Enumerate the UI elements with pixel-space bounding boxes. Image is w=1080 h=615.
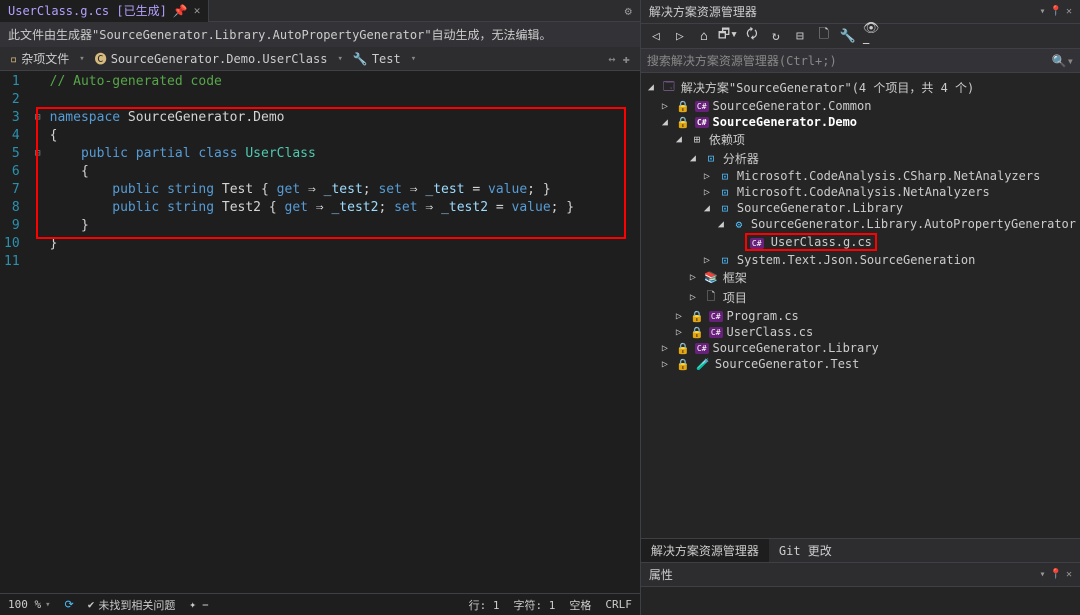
analyzer-sg-library[interactable]: ◢⊡SourceGenerator.Library (641, 200, 1080, 216)
close-icon[interactable]: ✕ (194, 4, 201, 17)
analyzers-node[interactable]: ◢⊡分析器 (641, 149, 1080, 168)
chevron-down-icon[interactable]: ▾ (79, 54, 84, 64)
sync-icon[interactable]: ⟳ (65, 598, 74, 611)
sync-icon[interactable]: 🗘 (743, 27, 761, 45)
status-bar: 100 % ▾ ⟳ ✔ 未找到相关问题 ✦ ⎯ 行: 1 字符: 1 空格 CR… (0, 593, 640, 615)
collapse-icon[interactable]: ⊟ (791, 27, 809, 45)
pin-icon[interactable]: 📍 (1050, 6, 1062, 17)
panel-title: 解决方案资源管理器 (649, 3, 757, 20)
frameworks-node[interactable]: ▷📚框架 (641, 268, 1080, 287)
solution-toolbar: ◁ ▷ ⌂ 🗗▾ 🗘 ↻ ⊟ 🗋 🔧 👁⎯ (641, 24, 1080, 49)
refresh-icon[interactable]: ↻ (767, 27, 785, 45)
breadcrumb-class[interactable]: 🅒 SourceGenerator.Demo.UserClass (89, 50, 334, 67)
code-editor[interactable]: 123 456 789 1011 ⊟⊟ // Auto-generated co… (0, 71, 640, 593)
project-common[interactable]: ▷🔒C#SourceGenerator.Common (641, 98, 1080, 114)
split-editor-icon[interactable]: ↔ ✚ (608, 52, 636, 66)
breadcrumb-project[interactable]: ▫ 杂项文件 (4, 50, 75, 67)
properties-icon[interactable]: 🔧 (839, 27, 857, 45)
project-test[interactable]: ▷🔒🧪SourceGenerator.Test (641, 356, 1080, 372)
pin-icon[interactable]: 📌 (173, 4, 188, 18)
indent-indicator[interactable]: 空格 (569, 597, 591, 613)
file-tab[interactable]: UserClass.g.cs [已生成] 📌 ✕ (0, 0, 209, 22)
tab-solution-explorer[interactable]: 解决方案资源管理器 (641, 539, 769, 562)
pin-icon[interactable]: 📍 (1050, 569, 1062, 580)
projects-node[interactable]: ▷🗋项目 (641, 287, 1080, 308)
generator-node[interactable]: ◢⚙SourceGenerator.Library.AutoPropertyGe… (641, 216, 1080, 232)
line-numbers: 123 456 789 1011 (0, 71, 30, 593)
eol-indicator[interactable]: CRLF (605, 598, 632, 611)
gear-icon[interactable]: ⚙ (625, 4, 640, 18)
preview-icon[interactable]: 👁⎯ (863, 27, 881, 45)
generated-file-userclass[interactable]: C# UserClass.g.cs (641, 232, 1080, 252)
search-input[interactable]: 搜索解决方案资源管理器(Ctrl+;) 🔍▾ (641, 49, 1080, 73)
properties-body (641, 587, 1080, 615)
panel-title: 属性 (649, 566, 673, 583)
home-icon[interactable]: ⌂ (695, 27, 713, 45)
forward-icon[interactable]: ▷ (671, 27, 689, 45)
analyzer-item[interactable]: ▷⊡System.Text.Json.SourceGeneration (641, 252, 1080, 268)
search-icon: 🔍▾ (1052, 54, 1074, 68)
close-icon[interactable]: ✕ (1066, 569, 1072, 580)
char-indicator[interactable]: 字符: 1 (514, 597, 556, 613)
property-icon: 🔧 (353, 52, 368, 66)
solution-root[interactable]: ◢🗔解决方案"SourceGenerator"(4 个项目，共 4 个) (641, 77, 1080, 98)
generated-file-notice: 此文件由生成器"SourceGenerator.Library.AutoProp… (0, 22, 640, 47)
breadcrumb: ▫ 杂项文件 ▾ 🅒 SourceGenerator.Demo.UserClas… (0, 47, 640, 71)
file-userclass[interactable]: ▷🔒C#UserClass.cs (641, 324, 1080, 340)
show-all-icon[interactable]: 🗋 (815, 27, 833, 45)
editor-tab-bar: UserClass.g.cs [已生成] 📌 ✕ ⚙ (0, 0, 640, 22)
panel-tabs: 解决方案资源管理器 Git 更改 (641, 538, 1080, 562)
analyzer-item[interactable]: ▷⊡Microsoft.CodeAnalysis.NetAnalyzers (641, 184, 1080, 200)
zoom-level[interactable]: 100 % ▾ (8, 598, 51, 611)
back-icon[interactable]: ◁ (647, 27, 665, 45)
solution-explorer-header: 解决方案资源管理器 ▾ 📍 ✕ (641, 0, 1080, 24)
close-icon[interactable]: ✕ (1066, 6, 1072, 17)
tab-title: UserClass.g.cs [已生成] (8, 2, 167, 19)
line-indicator[interactable]: 行: 1 (469, 597, 500, 613)
chevron-down-icon[interactable]: ▾ (337, 54, 342, 64)
project-library[interactable]: ▷🔒C#SourceGenerator.Library (641, 340, 1080, 356)
switch-icon[interactable]: 🗗▾ (719, 27, 737, 45)
project-demo[interactable]: ◢🔒C#SourceGenerator.Demo (641, 114, 1080, 130)
dependencies-node[interactable]: ◢⊞依赖项 (641, 130, 1080, 149)
no-issues[interactable]: ✔ 未找到相关问题 (88, 597, 176, 613)
tab-git-changes[interactable]: Git 更改 (769, 539, 842, 562)
error-indicator[interactable]: ✦ ⎯ (189, 598, 208, 612)
dropdown-icon[interactable]: ▾ (1039, 569, 1045, 580)
fold-gutter[interactable]: ⊟⊟ (30, 71, 46, 593)
dropdown-icon[interactable]: ▾ (1039, 6, 1045, 17)
chevron-down-icon[interactable]: ▾ (411, 54, 416, 64)
solution-tree[interactable]: ◢🗔解决方案"SourceGenerator"(4 个项目，共 4 个) ▷🔒C… (641, 73, 1080, 538)
misc-icon: ▫ (10, 52, 17, 66)
code-content[interactable]: // Auto-generated code namespace SourceG… (46, 71, 640, 593)
class-icon: 🅒 (95, 50, 107, 67)
breadcrumb-member[interactable]: 🔧 Test (347, 52, 407, 66)
analyzer-item[interactable]: ▷⊡Microsoft.CodeAnalysis.CSharp.NetAnaly… (641, 168, 1080, 184)
file-program[interactable]: ▷🔒C#Program.cs (641, 308, 1080, 324)
properties-header: 属性 ▾ 📍 ✕ (641, 563, 1080, 587)
